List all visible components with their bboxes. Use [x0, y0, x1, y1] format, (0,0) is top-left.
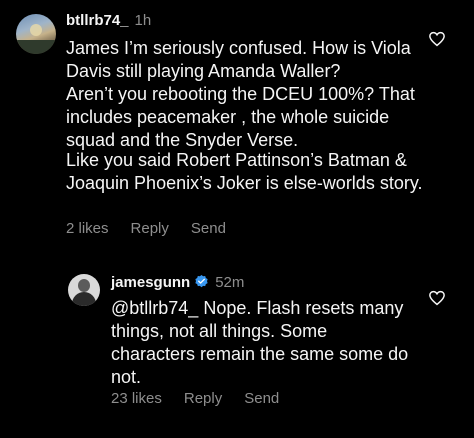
timestamp: 1h	[134, 12, 152, 29]
username[interactable]: btllrb74_	[66, 12, 129, 29]
likes-count[interactable]: 23 likes	[111, 390, 162, 407]
reply-button[interactable]: Reply	[184, 390, 222, 407]
likes-count[interactable]: 2 likes	[66, 220, 109, 237]
avatar-photo-head	[78, 279, 90, 292]
verified-badge-icon	[195, 274, 208, 288]
avatar-photo-ground	[16, 40, 56, 54]
send-button[interactable]: Send	[244, 390, 279, 407]
reply-text: @btllrb74_ Nope. Flash resets many thing…	[111, 298, 409, 387]
comment-header: jamesgunn 52m	[111, 274, 244, 291]
send-button[interactable]: Send	[191, 220, 226, 237]
avatar-photo-body	[72, 292, 96, 306]
username[interactable]: jamesgunn	[111, 274, 190, 291]
reply-jamesgunn: jamesgunn 52m @btllrb74_ Nope. Flash res…	[0, 262, 474, 438]
comment-actions: 23 likes Reply Send	[111, 390, 301, 407]
comment-header: btllrb74_ 1h	[66, 12, 151, 29]
avatar[interactable]	[16, 14, 56, 54]
comment-btllrb74: btllrb74_ 1h James I’m seriously confused…	[0, 0, 474, 250]
comment-paragraph: Like you said Robert Pattinson’s Batman …	[66, 150, 423, 193]
heart-outline-icon[interactable]	[428, 289, 446, 307]
reply-button[interactable]: Reply	[131, 220, 169, 237]
comment-paragraph: Aren’t you rebooting the DCEU 100%? That…	[66, 84, 415, 150]
heart-outline-icon[interactable]	[428, 30, 446, 48]
avatar[interactable]	[68, 274, 100, 306]
avatar-photo-sun	[30, 24, 42, 36]
comment-paragraph: James I’m seriously confused. How is Vio…	[66, 38, 411, 81]
timestamp: 52m	[215, 274, 245, 291]
comment-actions: 2 likes Reply Send	[66, 220, 248, 237]
